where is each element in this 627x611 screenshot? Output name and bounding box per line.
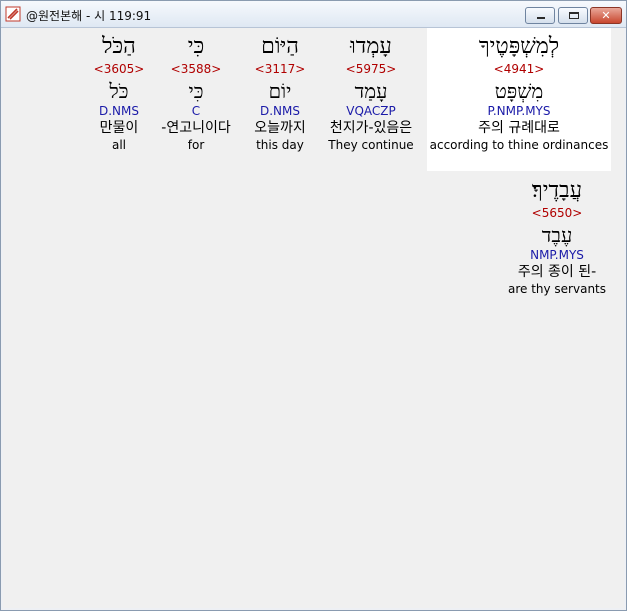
- lemma-word: יוֹם: [268, 79, 292, 103]
- strong-number[interactable]: <3117>: [243, 61, 317, 77]
- korean-gloss: 오늘까지: [254, 120, 306, 136]
- word-column[interactable]: עָמְדוּ <5975> עָמַד VQACZP 천지가-있음은 They…: [321, 28, 421, 171]
- hebrew-word: לְמִשְׁפָּטֶיךָ: [478, 34, 560, 59]
- english-gloss: They continue: [328, 138, 414, 152]
- app-icon: [5, 6, 21, 22]
- strong-number[interactable]: <3588>: [154, 61, 238, 77]
- english-gloss: all: [111, 138, 127, 152]
- word-column[interactable]: עֲבָדֶיךָ׃ <5650> עֶבֶד NMP.MYS 주의 종이 된-…: [503, 174, 611, 314]
- morphology-code: P.NMP.MYS: [487, 104, 551, 118]
- korean-gloss: 천지가-있음은: [329, 120, 413, 136]
- title-bar[interactable]: @원전본해 - 시 119:91 ✕: [1, 1, 626, 28]
- korean-gloss: 만물이: [99, 120, 139, 136]
- lemma-word: עָמַד: [354, 79, 388, 103]
- close-button[interactable]: ✕: [590, 7, 622, 24]
- english-gloss: according to thine ordinances: [429, 138, 609, 152]
- english-gloss: are thy servants: [507, 282, 607, 296]
- morphology-code: D.NMS: [98, 104, 139, 118]
- korean-gloss: 주의 규례대로: [478, 120, 560, 136]
- strong-number[interactable]: <3605>: [87, 61, 151, 77]
- strong-number[interactable]: <5975>: [321, 61, 421, 77]
- minimize-button[interactable]: [525, 7, 555, 24]
- morphology-code: NMP.MYS: [530, 248, 584, 262]
- korean-gloss: -연고니이다: [161, 120, 231, 136]
- word-column[interactable]: הַכֹּל <3605> כֹּל D.NMS 만물이 all: [87, 28, 151, 171]
- lemma-word: עֶבֶד: [541, 223, 573, 247]
- korean-gloss: 주의 종이 된-: [517, 264, 597, 280]
- hebrew-word: כִּי: [187, 34, 205, 59]
- hebrew-word: הַיּוֹם: [261, 34, 299, 59]
- hebrew-word: עֲבָדֶיךָ׃: [531, 178, 583, 203]
- close-icon: ✕: [601, 9, 611, 22]
- english-gloss: this day: [256, 138, 304, 152]
- lemma-word: מִשְׁפָּט: [494, 79, 544, 103]
- interlinear-panel: לְמִשְׁפָּטֶיךָ <4941> מִשְׁפָּט P.NMP.M…: [3, 28, 624, 608]
- maximize-button[interactable]: [558, 7, 588, 24]
- lemma-word: כֹּל: [109, 79, 129, 103]
- morphology-code: D.NMS: [259, 104, 300, 118]
- morphology-code: C: [191, 104, 201, 118]
- morphology-code: VQACZP: [346, 104, 396, 118]
- lemma-word: כִּי: [188, 79, 204, 103]
- word-column[interactable]: הַיּוֹם <3117> יוֹם D.NMS 오늘까지 this day: [243, 28, 317, 171]
- minimize-icon: [526, 8, 554, 23]
- strong-number[interactable]: <5650>: [503, 205, 611, 221]
- word-column[interactable]: לְמִשְׁפָּטֶיךָ <4941> מִשְׁפָּט P.NMP.M…: [427, 28, 611, 171]
- english-gloss: for: [187, 138, 205, 152]
- window-title: @원전본해 - 시 119:91: [26, 9, 152, 23]
- hebrew-word: עָמְדוּ: [350, 34, 392, 59]
- maximize-icon: [559, 8, 587, 23]
- word-column[interactable]: כִּי <3588> כִּי C -연고니이다 for: [154, 28, 238, 171]
- hebrew-word: הַכֹּל: [102, 34, 136, 59]
- strong-number[interactable]: <4941>: [427, 61, 611, 77]
- app-window: @원전본해 - 시 119:91 ✕ לְמִשְׁפָּטֶיךָ <4941…: [0, 0, 627, 611]
